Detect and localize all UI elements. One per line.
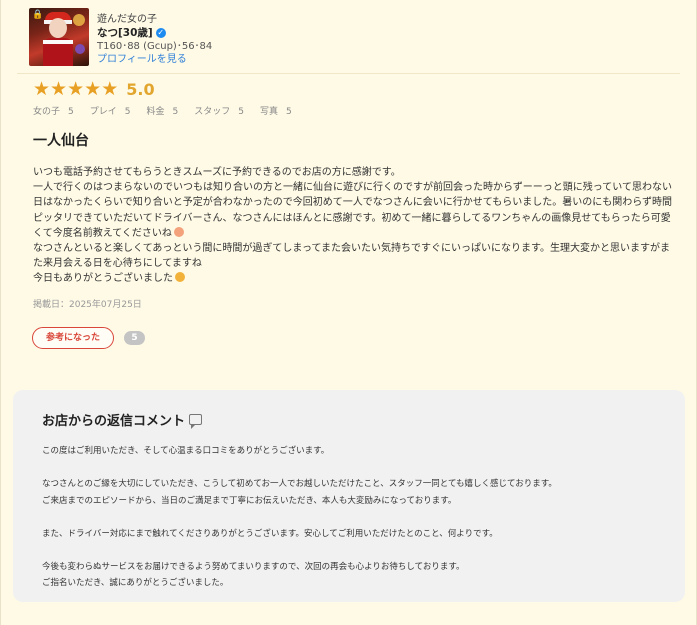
subrating-value: 5 [68,107,74,117]
review-line: ピッタリできていただいてドライバーさん、なつさんにはほんとに感謝です。初めて一緒… [33,212,671,224]
smile-emoji-icon [175,272,185,283]
subrating-label: スタッフ [194,107,231,117]
review-line: 日はなかったくらいで知り合いと予定が合わなかったので今回初めて一人でなつさんに会… [33,197,672,209]
reply-line: なつさんとのご縁を大切にしていただき、こうして初めてお一人でお越しいただけたこと… [42,479,557,489]
subrating-value: 5 [172,107,179,117]
reply-line: この度はご利用いただき、そして心温まる口コミをありがとうございます。 [42,446,330,456]
review-line: くて今度名前教えてくださいね [33,227,172,239]
review-line: た来月会える日を心待ちにしてますね [33,258,202,270]
divider [17,73,680,74]
hand-emoji-icon [173,226,184,237]
girl-thumbnail[interactable]: 🔒 [29,8,89,66]
subrating-label: 女の子 [33,107,61,117]
review-line: 今日もありがとうございました [33,273,173,285]
reply-line: ご来店までのエピソードから、当日のご満足まで丁寧にお伝えいただき、本人も大変励み… [42,495,457,506]
star-icon: ★ [101,78,118,100]
review-title: 一人仙台 [33,133,89,149]
posted-date: 掲載日：2025年07月25日 [33,300,142,310]
reply-line: 今後も変わらぬサービスをお届けできるよう努めてまいりますので、次回の再会も心より… [42,561,465,572]
helpful-button[interactable]: 参考になった [32,327,114,349]
verified-icon: ✓ [155,28,166,38]
reply-body: この度はご利用いただき、そして心温まる口コミをありがとうございます。 なつさんと… [42,443,682,592]
reply-title: お店からの返信コメント [42,414,186,429]
reply-line: また、ドライバー対応にまで触れてくださりありがとうございます。安心してご利用いた… [42,528,498,539]
girl-name[interactable]: なつ[30歳] [97,26,153,40]
subrating-label: 写真 [260,107,279,117]
helpful-count-badge: 5 [124,331,145,345]
star-icon: ★ [67,78,84,100]
star-rating: ★ ★ ★ ★ ★ 5.0 [33,78,155,100]
rating-score: 5.0 [126,80,155,99]
star-icon: ★ [50,78,67,100]
review-line: なつさんといると楽しくてあっという間に時間が過ぎてしまってまた会いたい気持ちです… [33,243,670,255]
star-icon: ★ [84,78,101,100]
sub-ratings: 女の子 5 プレイ 5 料金 5 スタッフ 5 写真 5 [33,104,308,117]
profile-link[interactable]: プロフィールを見る [97,53,297,66]
subrating-value: 5 [124,107,131,117]
subrating-value: 5 [238,107,244,117]
lock-icon: 🔒 [32,10,44,20]
shop-reply-box: お店からの返信コメント この度はご利用いただき、そして心温まる口コミをありがとう… [13,390,685,602]
girl-spec: T160･88 (Gcup)･56･84 [97,41,213,52]
profile-category: 遊んだ女の子 [97,14,157,25]
review-line: 一人で行くのはつまらないのでいつもは知り合いの方と一緒に仙台に遊びに行くのですが… [33,182,672,194]
subrating-label: プレイ [89,107,117,117]
review-card: 🔒 遊んだ女の子 なつ[30歳] ✓ T160･88 (Gcup)･56･84 … [0,0,697,625]
comment-icon [189,414,203,429]
subrating-label: 料金 [146,107,165,117]
reply-line: ご指名いただき、誠にありがとうございました。 [42,578,229,588]
review-line: いつも電話予約させてもらうときスムーズに予約できるのでお店の方に感謝です。 [33,167,401,178]
review-body: いつも電話予約させてもらうときスムーズに予約できるのでお店の方に感謝です。 一人… [33,165,693,287]
star-icon: ★ [33,78,50,100]
subrating-value: 5 [286,107,292,117]
